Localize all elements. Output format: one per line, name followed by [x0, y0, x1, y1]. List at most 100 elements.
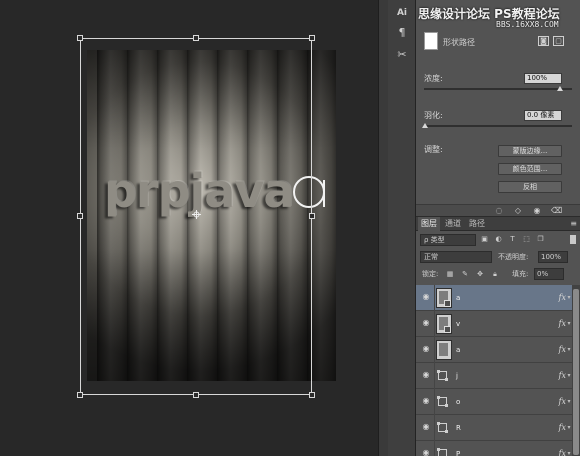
layer-thumbnail	[436, 340, 452, 360]
fx-icon[interactable]: fx	[559, 363, 566, 389]
panel-menu-icon[interactable]: ≡	[570, 219, 577, 228]
layer-name[interactable]: o	[456, 389, 460, 415]
fx-icon[interactable]: fx	[559, 311, 566, 337]
layer-name[interactable]: a	[456, 285, 460, 311]
fill-input[interactable]: 0%	[534, 268, 564, 280]
load-selection-icon[interactable]: ◌	[494, 206, 504, 216]
layer-row[interactable]: ◉ v fx ▾	[416, 311, 572, 337]
visibility-icon[interactable]: ◉	[532, 206, 542, 216]
density-slider[interactable]	[424, 88, 572, 90]
paragraph-icon[interactable]: ¶	[393, 24, 411, 42]
lock-row: 锁定: ▦ ✎ ✥ 🔒︎ 填充: 0%	[416, 267, 580, 281]
layer-name[interactable]: a	[456, 337, 460, 363]
layer-row[interactable]: ◉ R fx ▾	[416, 415, 572, 441]
blend-mode-select[interactable]: 正常	[420, 251, 492, 263]
filter-toggle[interactable]	[570, 235, 576, 244]
fx-icon[interactable]: fx	[559, 389, 566, 415]
density-input[interactable]: 100%	[524, 73, 562, 84]
lock-transparent-icon[interactable]: ▦	[446, 270, 454, 278]
divider	[434, 363, 435, 389]
mask-thumbnail	[424, 32, 438, 50]
collapsed-panel-strip: Ai ¶ ✂	[388, 0, 416, 456]
layers-panel: 图层 通道 路径 ≡ ρ 类型 ▣ ◐ T ⬚ ❐ 正常 不透明度: 100% …	[416, 216, 580, 456]
layer-name[interactable]: j	[456, 363, 458, 389]
panel-dock-edge[interactable]	[378, 0, 388, 456]
color-range-button[interactable]: 颜色范围...	[498, 163, 562, 175]
feather-slider-knob[interactable]	[422, 123, 428, 128]
outline-letter-a	[293, 176, 325, 208]
divider	[434, 415, 435, 441]
fill-label: 填充:	[512, 270, 529, 278]
delete-icon[interactable]: ⌫	[551, 206, 562, 216]
layer-row[interactable]: ◉ P fx ▾	[416, 441, 572, 456]
layer-row[interactable]: ◉ a fx ▾	[416, 285, 572, 311]
lock-label: 锁定:	[422, 270, 439, 278]
divider	[434, 441, 435, 456]
density-slider-knob[interactable]	[557, 86, 563, 91]
divider	[434, 389, 435, 415]
properties-title: 形状路径	[443, 38, 475, 47]
vector-mask-icon[interactable]: ▢	[553, 36, 564, 46]
mask-edge-button[interactable]: 蒙版边缘...	[498, 145, 562, 157]
properties-panel: 思缘设计论坛 PS教程论坛 BBS.16XX8.COM 形状路径 ◙ ▢ 浓度:…	[416, 0, 580, 216]
divider	[434, 337, 435, 363]
transform-handle-top[interactable]	[193, 35, 199, 41]
feather-slider[interactable]	[424, 125, 572, 127]
layer-row[interactable]: ◉ a fx ▾	[416, 337, 572, 363]
canvas-area[interactable]: prpjava	[0, 0, 378, 456]
layer-row[interactable]: ◉ j fx ▾	[416, 363, 572, 389]
document-canvas[interactable]: prpjava	[87, 50, 336, 381]
fx-icon[interactable]: fx	[559, 415, 566, 441]
transform-handle-top-right[interactable]	[309, 35, 315, 41]
divider	[434, 285, 435, 311]
transform-handle-top-left[interactable]	[77, 35, 83, 41]
transform-handle-bottom-right[interactable]	[309, 392, 315, 398]
fx-icon[interactable]: fx	[559, 285, 566, 311]
transform-handle-bottom-left[interactable]	[77, 392, 83, 398]
layer-row[interactable]: ◉ o fx ▾	[416, 389, 572, 415]
scrollbar-thumb[interactable]	[573, 289, 579, 455]
layer-thumbnail	[436, 314, 452, 334]
apply-mask-icon[interactable]: ◇	[513, 206, 523, 216]
filter-adjust-icon[interactable]: ◐	[494, 235, 503, 244]
transform-handle-left[interactable]	[77, 213, 83, 219]
shape-layer-icon	[437, 448, 447, 456]
eye-icon[interactable]: ◉	[421, 371, 431, 379]
tab-paths[interactable]: 路径	[466, 217, 488, 231]
feather-input[interactable]: 0.0 像素	[524, 110, 562, 121]
layer-name[interactable]: v	[456, 311, 460, 337]
opacity-input[interactable]: 100%	[538, 251, 568, 263]
filter-type-icon[interactable]: T	[508, 235, 517, 244]
transform-center-icon[interactable]	[192, 210, 201, 219]
filter-pixel-icon[interactable]: ▣	[480, 235, 489, 244]
transform-handle-right[interactable]	[309, 213, 315, 219]
shape-layer-icon	[437, 396, 448, 407]
shape-layer-icon	[437, 422, 448, 433]
eye-icon[interactable]: ◉	[421, 345, 431, 353]
filter-smart-icon[interactable]: ❐	[536, 235, 545, 244]
eye-icon[interactable]: ◉	[421, 319, 431, 327]
eye-icon[interactable]: ◉	[421, 423, 431, 431]
transform-handle-bottom[interactable]	[193, 392, 199, 398]
tab-layers[interactable]: 图层	[418, 217, 440, 231]
eye-icon[interactable]: ◉	[421, 397, 431, 405]
fx-icon[interactable]: fx	[559, 337, 566, 363]
lock-all-icon[interactable]: 🔒︎	[491, 270, 499, 278]
layer-name[interactable]: R	[456, 415, 461, 441]
filter-type-select[interactable]: ρ 类型	[420, 234, 476, 246]
tab-channels[interactable]: 通道	[442, 217, 464, 231]
lock-pixels-icon[interactable]: ✎	[461, 270, 469, 278]
layers-scrollbar[interactable]	[572, 285, 580, 456]
fx-icon[interactable]: fx	[559, 441, 566, 456]
lock-position-icon[interactable]: ✥	[476, 270, 484, 278]
eye-icon[interactable]: ◉	[421, 449, 431, 456]
eye-icon[interactable]: ◉	[421, 293, 431, 301]
ai-label[interactable]: Ai	[393, 4, 411, 22]
blend-row: 正常 不透明度: 100%	[416, 250, 580, 264]
scissors-icon[interactable]: ✂	[393, 46, 411, 64]
layer-name[interactable]: P	[456, 441, 460, 456]
pixel-mask-icon[interactable]: ◙	[538, 36, 549, 46]
invert-button[interactable]: 反相	[498, 181, 562, 193]
layers-tabs: 图层 通道 路径 ≡	[416, 217, 580, 231]
filter-shape-icon[interactable]: ⬚	[522, 235, 531, 244]
